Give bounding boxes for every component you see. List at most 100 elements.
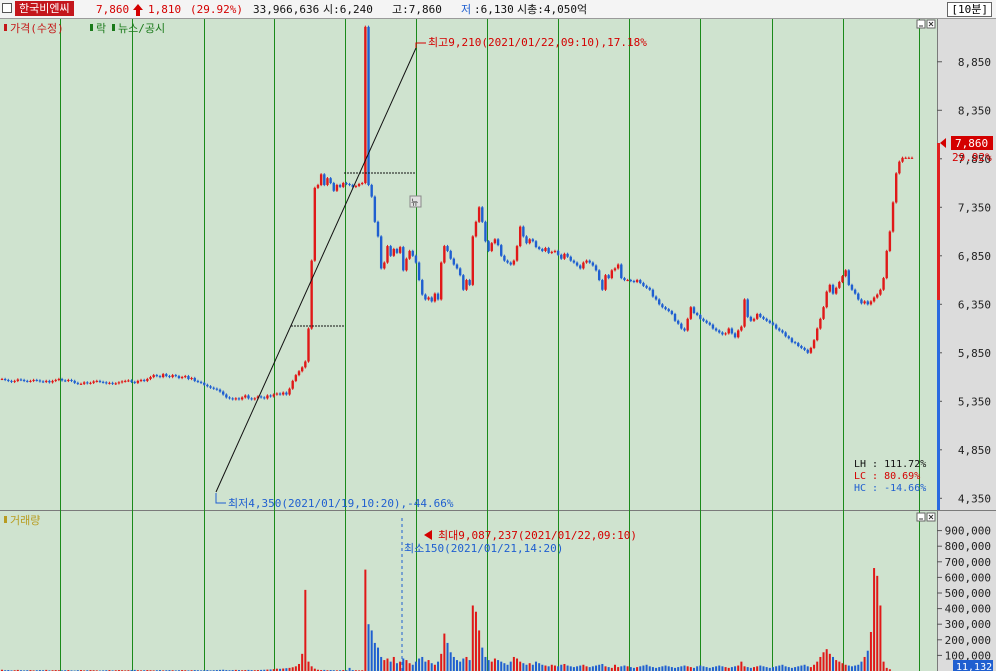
price-candle — [146, 378, 149, 381]
price-candle — [361, 183, 364, 185]
price-candle — [225, 394, 228, 398]
price-candle — [316, 184, 320, 188]
volume-pane-minimize-icon[interactable] — [916, 512, 926, 522]
volume-pane-close-icon[interactable] — [926, 512, 936, 522]
volume-bar — [582, 664, 585, 671]
price-candle — [597, 270, 601, 281]
price-candle — [329, 178, 332, 184]
price-candle — [307, 328, 310, 362]
price-candle — [702, 318, 705, 321]
volume-bar — [667, 666, 670, 671]
price-candle — [774, 324, 778, 329]
volume-bar — [399, 661, 402, 671]
price-candle — [196, 380, 200, 382]
price-candle — [367, 26, 370, 185]
legend-price[interactable]: 가격(수정) — [10, 22, 64, 35]
legend-drop[interactable]: 락 — [96, 22, 106, 35]
legend-news[interactable]: 뉴스/공시 — [118, 22, 165, 35]
price-candle — [471, 236, 474, 285]
price-candle — [310, 260, 313, 329]
price-candle — [133, 381, 136, 383]
price-pane[interactable] — [0, 19, 937, 510]
volume-bar — [847, 665, 850, 671]
price-candle — [670, 311, 674, 314]
volume-tick-label: 300,000 — [945, 618, 991, 631]
volume-bar — [639, 666, 642, 671]
price-candle — [417, 262, 421, 281]
volume-bar — [563, 663, 566, 671]
volume-bar — [658, 667, 661, 671]
price-candle — [828, 284, 832, 292]
price-candle — [29, 380, 32, 382]
price-pane-minimize-icon[interactable] — [916, 19, 926, 29]
price-candle — [114, 383, 117, 385]
price-candle — [389, 246, 392, 256]
price-tick-label: 8,350 — [958, 104, 991, 117]
price-candle — [86, 382, 89, 384]
price-candle — [737, 330, 740, 338]
price-candle — [63, 380, 67, 382]
volume-bar — [525, 664, 528, 671]
volume-bar — [443, 633, 446, 671]
volume-bar — [832, 656, 835, 671]
fall-range-bar — [937, 300, 940, 510]
price-candle — [560, 254, 563, 259]
volume-bar — [468, 660, 471, 671]
volume-bar — [294, 666, 297, 671]
price-candle — [297, 371, 301, 376]
volume-bar — [677, 667, 680, 671]
price-candle — [19, 379, 23, 381]
price-candle — [282, 392, 285, 395]
legend-volume[interactable]: 거래량 — [10, 514, 40, 527]
price-candle — [579, 265, 582, 269]
price-candle — [898, 161, 901, 174]
price-candle — [76, 382, 80, 384]
volume-tick-label: 400,000 — [945, 603, 991, 616]
price-tick-label: 4,350 — [958, 492, 991, 505]
price-candle — [680, 323, 683, 329]
price-candle — [379, 236, 383, 269]
price-candle — [82, 382, 86, 384]
price-candle — [67, 379, 70, 381]
volume-bar — [800, 665, 803, 671]
price-tick-label: 6,350 — [958, 298, 991, 311]
price-candle — [866, 301, 869, 305]
volume-bar — [806, 666, 809, 671]
price-candle — [588, 260, 591, 263]
price-candle — [101, 381, 105, 383]
price-candle — [376, 221, 380, 237]
volume-bar — [753, 667, 756, 671]
price-candle — [623, 278, 626, 281]
volume-bar — [636, 667, 639, 671]
volume-bar — [566, 665, 569, 671]
price-candle — [13, 380, 16, 382]
volume-bar — [623, 665, 626, 671]
volume-bar — [759, 665, 762, 671]
price-candle — [402, 247, 405, 271]
stock-chart[interactable]: 4,3504,8505,3505,8506,3506,8507,3507,850… — [0, 0, 996, 671]
rise-range-bar — [937, 143, 940, 300]
volume-bar — [418, 658, 421, 671]
legend-volume-swatch — [4, 516, 7, 523]
volume-bar — [553, 665, 556, 671]
price-candle — [342, 183, 345, 187]
price-candle — [395, 248, 399, 253]
price-candle — [809, 347, 813, 353]
price-candle — [408, 250, 411, 259]
price-candle — [825, 291, 828, 308]
volume-bar — [737, 665, 740, 671]
price-candle — [300, 367, 304, 372]
price-candle — [746, 299, 749, 317]
legend-price-swatch — [4, 24, 7, 31]
volume-tick-label: 800,000 — [945, 540, 991, 553]
price-candle — [187, 376, 190, 379]
price-pane-close-icon[interactable] — [926, 19, 936, 29]
volume-bar — [664, 665, 667, 671]
price-candle — [569, 256, 572, 261]
news-marker-label: 뉴 — [411, 198, 418, 207]
price-candle — [689, 307, 693, 319]
volume-bar — [528, 663, 531, 671]
price-candle — [304, 361, 307, 368]
volume-bar — [730, 667, 733, 671]
price-candle — [250, 398, 253, 400]
